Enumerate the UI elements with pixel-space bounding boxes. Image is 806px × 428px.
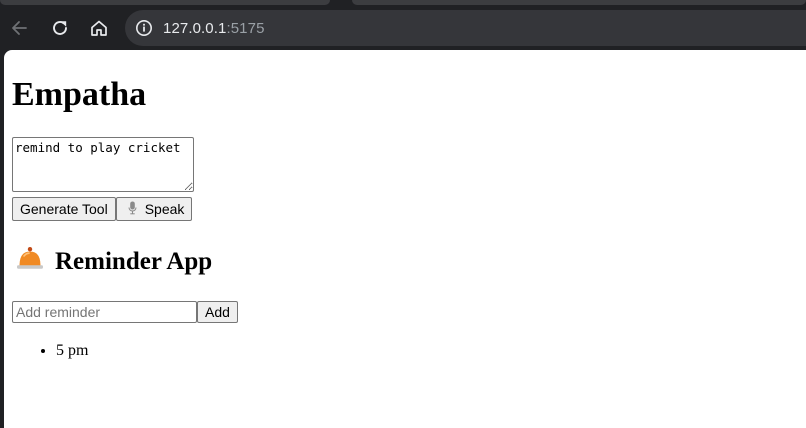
prompt-actions: Generate Tool Speak <box>12 197 193 221</box>
back-button[interactable] <box>6 14 34 42</box>
reminder-app-title-text: Reminder App <box>55 248 213 275</box>
page-title: Empatha <box>12 76 147 113</box>
tab-edge-left <box>0 0 330 5</box>
prompt-textarea[interactable]: remind to play cricket <box>12 137 194 192</box>
add-label: Add <box>205 304 230 320</box>
home-button[interactable] <box>85 14 113 42</box>
reload-icon <box>53 21 67 35</box>
url-port: :5175 <box>226 19 265 37</box>
microphone-icon <box>128 201 137 218</box>
reminder-app-title: Reminder App <box>16 246 212 278</box>
home-icon <box>91 20 107 36</box>
speak-button[interactable]: Speak <box>115 197 193 221</box>
add-reminder-button[interactable]: Add <box>197 301 238 323</box>
page-viewport: Empatha remind to play cricket Generate … <box>4 50 806 428</box>
generate-tool-label: Generate Tool <box>20 201 108 217</box>
speak-label: Speak <box>144 201 185 217</box>
reload-button[interactable] <box>46 14 74 42</box>
bell-icon <box>16 246 44 278</box>
url-text[interactable]: 127.0.0.1:5175 <box>163 20 265 37</box>
reminder-input[interactable] <box>12 301 197 323</box>
generate-tool-button[interactable]: Generate Tool <box>12 197 116 221</box>
tab-edge-right <box>352 0 806 5</box>
reminder-list: 5 pm <box>12 340 88 362</box>
url-host: 127.0.0.1 <box>163 19 227 37</box>
add-reminder-row: Add <box>12 301 238 323</box>
back-arrow-icon <box>12 21 27 35</box>
site-info-button[interactable] <box>133 17 155 39</box>
browser-toolbar: 127.0.0.1:5175 <box>0 6 806 50</box>
address-bar[interactable]: 127.0.0.1:5175 <box>125 10 806 46</box>
reminder-item: 5 pm <box>56 340 88 362</box>
page-content: Empatha remind to play cricket Generate … <box>12 50 806 428</box>
info-icon <box>136 20 152 36</box>
